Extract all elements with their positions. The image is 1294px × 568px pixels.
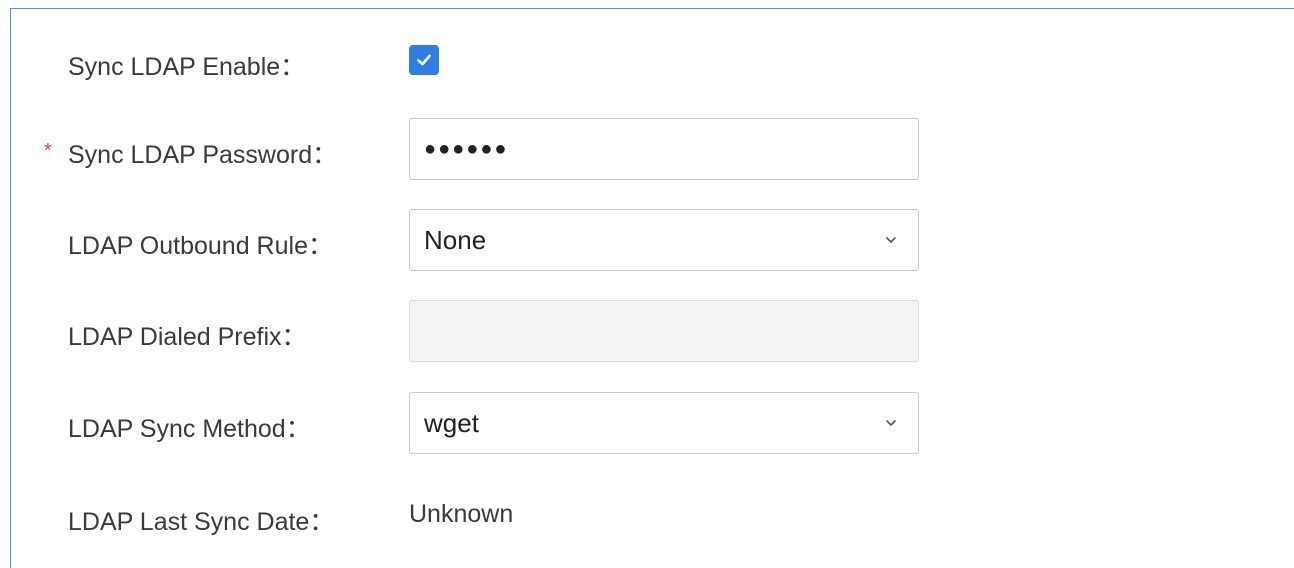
check-icon (417, 54, 431, 66)
ldap-outbound-rule-row: LDAP Outbound Rule： None (11, 209, 1291, 271)
ldap-outbound-rule-label: LDAP Outbound Rule： (68, 232, 333, 260)
sync-ldap-enable-checkbox[interactable] (409, 45, 439, 75)
ldap-dialed-prefix-label: LDAP Dialed Prefix： (68, 323, 307, 351)
ldap-last-sync-date-value: Unknown (409, 500, 514, 528)
chevron-down-icon (886, 237, 896, 243)
ldap-last-sync-date-label: LDAP Last Sync Date： (68, 508, 335, 536)
ldap-sync-method-select[interactable]: wget (409, 392, 919, 454)
ldap-outbound-rule-value: None (424, 224, 487, 255)
chevron-down-icon (886, 420, 896, 426)
sync-ldap-password-row: * Sync LDAP Password： ●●●●●● (11, 118, 1291, 180)
ldap-outbound-rule-select[interactable]: None (409, 209, 919, 271)
password-mask: ●●●●●● (424, 137, 509, 160)
ldap-sync-method-label: LDAP Sync Method： (68, 415, 311, 443)
ldap-sync-method-value: wget (424, 407, 479, 438)
ldap-sync-method-row: LDAP Sync Method： wget (11, 392, 1291, 454)
required-mark: * (44, 140, 52, 162)
sync-ldap-enable-row: Sync LDAP Enable： (11, 45, 1291, 85)
sync-ldap-enable-label: Sync LDAP Enable： (68, 53, 306, 81)
sync-ldap-password-input[interactable]: ●●●●●● (409, 118, 919, 180)
ldap-dialed-prefix-row: LDAP Dialed Prefix： (11, 300, 1291, 362)
ldap-dialed-prefix-input (409, 300, 919, 362)
ldap-sync-settings-panel: Sync LDAP Enable： * Sync LDAP Password： … (10, 8, 1294, 568)
sync-ldap-password-label: Sync LDAP Password： (68, 141, 338, 169)
ldap-last-sync-date-row: LDAP Last Sync Date： Unknown (11, 498, 1291, 538)
